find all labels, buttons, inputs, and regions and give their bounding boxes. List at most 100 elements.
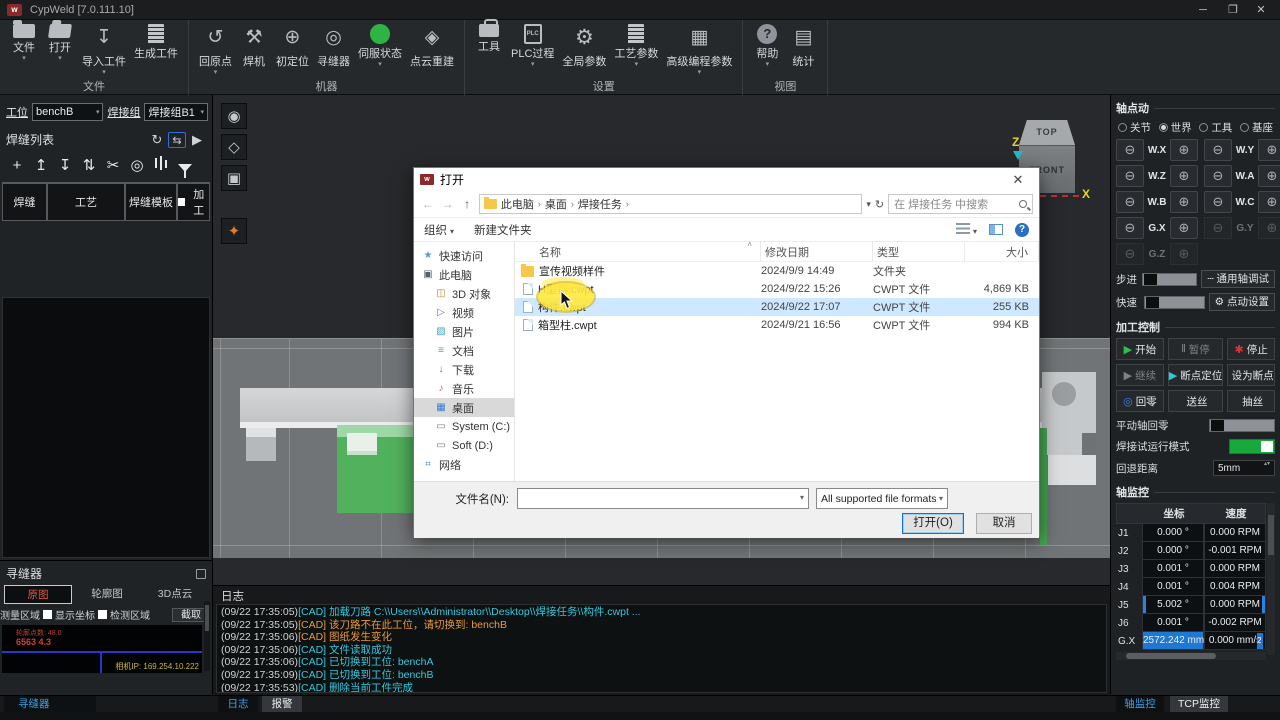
sidebar-item[interactable]: ▨ 图片 [414,322,514,341]
up-icon[interactable]: ↑ [459,197,475,211]
sidebar-item[interactable]: ◫ 3D 对象 [414,284,514,303]
breadcrumb-item[interactable]: 焊接任务 [578,196,622,212]
jog-minus-button[interactable]: ⊖ [1204,191,1232,213]
camera-view[interactable]: 轮廓点数: 48.0 6563 4.3 相机IP: 169.254.10.222 [2,625,202,673]
target-icon[interactable]: ◎ [126,156,148,176]
sidebar-item[interactable]: ⌗ 网络 [414,455,514,474]
ribbon-item[interactable]: 回原点 ▾ [195,24,236,77]
file-row[interactable]: 构件.cwpt 2024/9/22 17:07 CWPT 文件 255 KB [515,298,1039,316]
organize-button[interactable]: 组织▾ [424,222,454,238]
jog-mode-radio[interactable]: 基座 [1240,120,1273,135]
breadcrumb-item[interactable]: 此电脑 [501,196,534,212]
horizontal-scrollbar[interactable] [1116,652,1266,660]
file-row[interactable]: 宣传视频样件 2024/9/9 14:49 文件夹 [515,262,1039,280]
back-icon[interactable]: ← [420,197,436,211]
column-header-position[interactable]: 坐标 [1143,504,1205,523]
fast-slider[interactable] [1144,296,1205,309]
tab-alarm[interactable]: 报警 [262,696,302,712]
jog-plus-button[interactable]: ⊕ [1170,243,1198,265]
jog-plus-button[interactable]: ⊕ [1170,191,1198,213]
jog-minus-button[interactable]: ⊖ [1204,139,1232,161]
tab-tcp-monitor[interactable]: TCP监控 [1170,696,1228,712]
open-button[interactable]: 打开(O) [902,513,964,534]
ribbon-item[interactable]: 统计 [785,24,821,77]
ribbon-item[interactable]: 工具 [471,24,507,62]
jog-minus-button[interactable]: ⊖ [1204,165,1232,187]
sidebar-item[interactable]: ▷ 视频 [414,303,514,322]
checkbox-icon[interactable] [43,610,52,619]
equalizer-icon[interactable] [150,156,172,176]
jog-mode-radio[interactable]: 关节 [1118,120,1151,135]
jog-plus-button[interactable]: ⊕ [1258,139,1280,161]
filename-input[interactable] [517,488,809,509]
new-folder-button[interactable]: 新建文件夹 [474,222,532,238]
machining-control-button[interactable]: 抽丝 [1227,390,1275,412]
forward-icon[interactable]: → [440,197,456,211]
retreat-spinner[interactable]: 5mm [1213,460,1275,476]
monitor-row[interactable]: J3 0.001 ° 0.000 RPM [1116,560,1266,578]
machining-control-button[interactable]: ▶ 断点定位 [1168,364,1223,386]
ribbon-item[interactable]: PLC过程 ▾ [507,24,558,69]
ribbon-item[interactable]: 点云重建 [406,24,458,77]
sidebar-item[interactable]: ▦ 桌面 [414,398,514,417]
breadcrumb[interactable]: 此电脑› 桌面› 焊接任务› [479,194,862,214]
monitor-row[interactable]: J6 0.001 ° -0.002 RPM [1116,614,1266,632]
vertical-scrollbar[interactable] [1267,503,1275,655]
ribbon-item[interactable]: 寻缝器 [313,24,354,77]
seam-table-body[interactable] [2,297,210,558]
home-axis-slider[interactable] [1209,419,1275,432]
column-header[interactable]: 工艺 [47,184,125,220]
fit-view-icon[interactable]: ◉ [221,103,247,129]
sidebar-item[interactable]: ▭ System (C:) [414,417,514,436]
monitor-row[interactable]: J2 0.000 ° -0.001 RPM [1116,542,1266,560]
move-top-icon[interactable]: ↥ [30,156,52,176]
column-header[interactable]: 焊缝模板 [125,184,177,220]
sidebar-item[interactable]: ▭ Soft (D:) [414,436,514,455]
ribbon-item[interactable]: 生成工件 [130,24,182,69]
jog-minus-button[interactable]: ⊖ [1116,217,1144,239]
section-view-icon[interactable]: ▣ [221,165,247,191]
ribbon-item[interactable]: 导入工件 ▾ [78,24,130,77]
expand-icon[interactable] [196,569,206,579]
column-header[interactable]: 焊缝 [2,184,47,220]
machining-control-button[interactable]: ‖ 暂停 [1168,338,1223,360]
jog-plus-button[interactable]: ⊕ [1170,217,1198,239]
trial-mode-toggle[interactable] [1229,439,1275,454]
weld-group-select[interactable]: 焊接组B1▾ [144,103,208,121]
move-bottom-icon[interactable]: ↧ [54,156,76,176]
filter-icon[interactable] [174,156,196,176]
ribbon-item[interactable]: 初定位 [272,24,313,77]
ribbon-item[interactable]: 全局参数 [558,24,610,77]
jog-mode-radio[interactable]: 工具 [1199,120,1232,135]
column-header-size[interactable]: 大小 [965,242,1039,261]
view-mode-button[interactable]: ▾ [956,223,977,237]
machining-control-button[interactable]: ◎ 回零 [1116,390,1164,412]
machining-control-button[interactable]: 送丝 [1168,390,1223,412]
help-icon[interactable]: ? [1015,223,1029,237]
minimize-button[interactable]: ─ [1190,2,1216,18]
seam-finder-tab[interactable]: 轮廓图 [74,585,140,604]
jog-settings-button[interactable]: ⚙ 点动设置 [1209,293,1275,311]
play-circle-icon[interactable]: ▶ [188,132,206,148]
axis-debug-button[interactable]: ┄ 通用轴调试 [1201,270,1275,288]
sidebar-item[interactable]: ≡ 文档 [414,341,514,360]
jog-minus-button[interactable]: ⊖ [1116,139,1144,161]
refresh-icon[interactable]: ↻ [875,198,884,211]
ribbon-item[interactable]: 文件 ▾ [6,24,42,63]
jog-plus-button[interactable]: ⊕ [1258,217,1280,239]
checkbox-icon[interactable] [98,610,107,619]
link-scan-icon[interactable]: ⇆ [168,132,186,148]
log-body[interactable]: (09/22 17:35:05)[CAD] 加载刀路 C:\\Users\\Ad… [216,604,1107,693]
file-row[interactable]: 箱型柱.cwpt 2024/9/21 16:56 CWPT 文件 994 KB [515,316,1039,334]
cancel-button[interactable]: 取消 [976,513,1032,534]
column-header-name[interactable]: 名称˄ [515,242,761,261]
sidebar-item[interactable]: ♪ 音乐 [414,379,514,398]
split-seam-icon[interactable]: ✂ [102,156,124,176]
step-slider[interactable] [1142,273,1198,286]
file-format-select[interactable]: All supported file formats ▾ [816,488,948,509]
monitor-row[interactable]: J4 0.001 ° 0.004 RPM [1116,578,1266,596]
restore-button[interactable]: ❐ [1220,2,1246,18]
jog-minus-button[interactable]: ⊖ [1116,243,1144,265]
station-select[interactable]: benchB▾ [32,103,103,121]
radio-icon[interactable] [1118,123,1127,132]
